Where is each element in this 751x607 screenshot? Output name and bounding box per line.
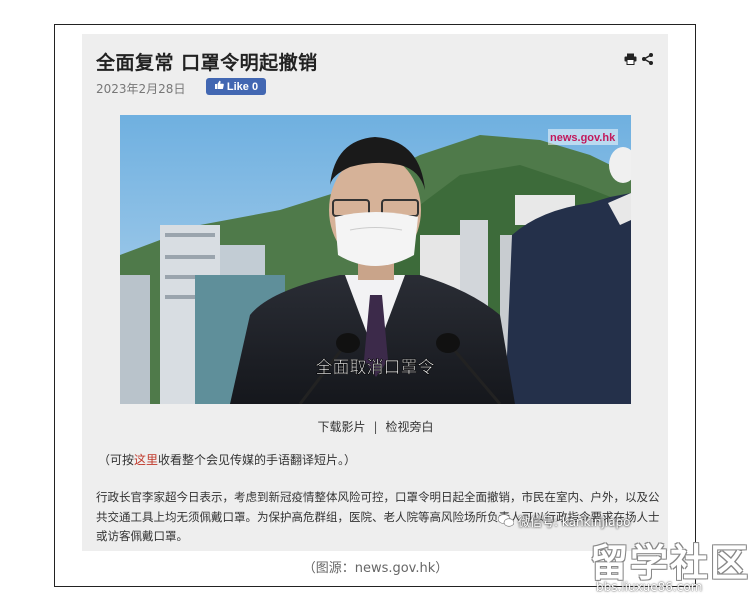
video-player[interactable]: news.gov.hk 全面取消口罩令 bbox=[120, 115, 631, 404]
thumbs-up-icon bbox=[214, 80, 224, 93]
sign-language-link[interactable]: 这里 bbox=[134, 453, 158, 467]
article-date: 2023年2月28日 bbox=[96, 82, 186, 96]
site-url-watermark: bbs.liuxue86.com bbox=[596, 580, 703, 594]
note-prefix: （可按 bbox=[98, 453, 135, 467]
print-icon[interactable] bbox=[624, 50, 637, 69]
link-separator: | bbox=[373, 420, 378, 434]
video-logo: news.gov.hk bbox=[550, 132, 616, 144]
wechat-icon bbox=[497, 513, 515, 530]
view-transcript-link[interactable]: 检视旁白 bbox=[386, 420, 434, 434]
note-suffix: 收看整个会见传媒的手语翻译短片。） bbox=[158, 453, 357, 467]
video-subtitle: 全面取消口罩令 bbox=[316, 358, 435, 378]
wechat-id: 微信号: kankinjiapo bbox=[518, 515, 631, 529]
wechat-watermark: 微信号: kankinjiapo bbox=[497, 513, 631, 530]
site-watermark: 留学社区 bbox=[590, 541, 751, 585]
article-title: 全面复常 口罩令明起撤销 bbox=[96, 52, 318, 74]
facebook-like-button[interactable]: Like 0 bbox=[206, 78, 266, 95]
download-video-link[interactable]: 下载影片 bbox=[317, 420, 365, 434]
like-label: Like 0 bbox=[226, 80, 259, 93]
sign-language-note: （可按这里收看整个会见传媒的手语翻译短片。） bbox=[98, 451, 356, 468]
share-icon[interactable] bbox=[642, 50, 653, 69]
